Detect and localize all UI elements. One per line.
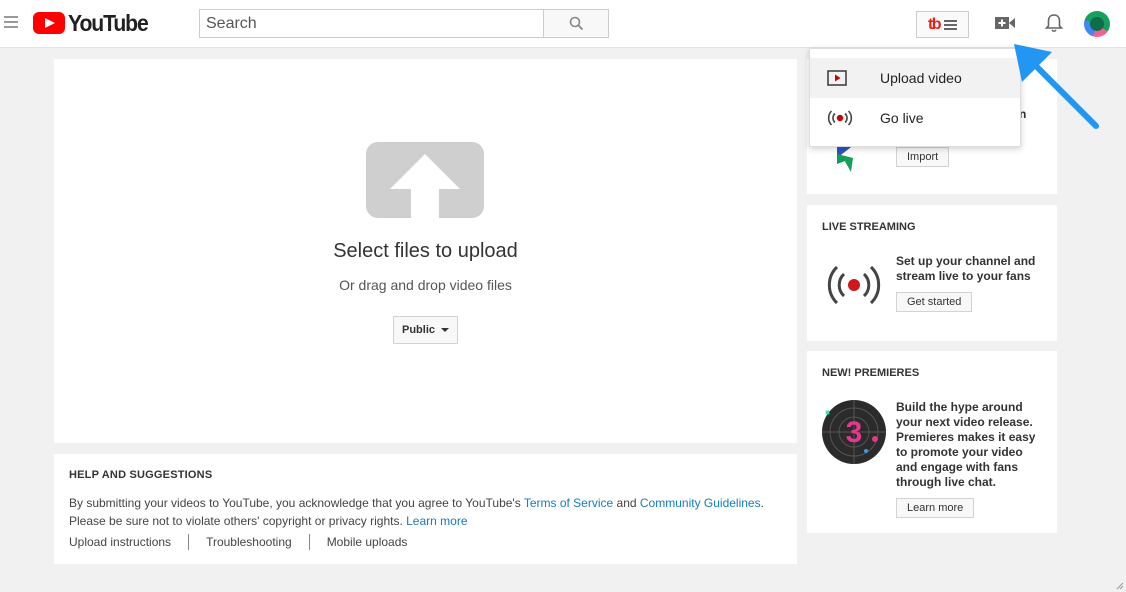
resize-grip-icon[interactable] bbox=[1116, 582, 1124, 590]
search-icon bbox=[569, 16, 583, 31]
learn-more-button[interactable]: Learn more bbox=[896, 498, 975, 518]
upload-subtitle: Or drag and drop video files bbox=[339, 277, 512, 293]
help-text-part: By submitting your videos to YouTube, yo… bbox=[69, 496, 524, 510]
premieres-text-line: Premieres makes it easy bbox=[896, 430, 1036, 444]
import-button[interactable]: Import bbox=[896, 147, 950, 167]
logo-text: YouTube bbox=[68, 9, 149, 36]
notifications-icon[interactable] bbox=[1045, 13, 1063, 33]
upload-instructions-link[interactable]: Upload instructions bbox=[69, 534, 188, 550]
menu-icon[interactable] bbox=[4, 16, 18, 28]
premieres-text-line: to promote your video bbox=[896, 445, 1023, 459]
premieres-text-line: Build the hype around bbox=[896, 400, 1023, 414]
privacy-select[interactable]: Public bbox=[393, 316, 458, 344]
upload-dropzone[interactable]: Select files to upload Or drag and drop … bbox=[54, 59, 797, 443]
pointer-arrow-icon bbox=[1014, 44, 1099, 129]
caret-down-icon bbox=[441, 328, 449, 332]
avatar[interactable] bbox=[1084, 11, 1110, 37]
youtube-play-icon bbox=[33, 12, 65, 34]
get-started-button[interactable]: Get started bbox=[896, 292, 973, 312]
search-button[interactable] bbox=[543, 9, 609, 38]
help-card: HELP AND SUGGESTIONS By submitting your … bbox=[54, 454, 797, 564]
live-broadcast-icon bbox=[827, 265, 881, 305]
tubebuddy-button[interactable]: tb bbox=[916, 11, 969, 38]
menu-item-upload-video[interactable]: Upload video bbox=[810, 58, 1020, 98]
menu-item-go-live[interactable]: Go live bbox=[810, 98, 1020, 138]
countdown-digit: 3 bbox=[846, 416, 863, 449]
upload-title[interactable]: Select files to upload bbox=[54, 240, 797, 263]
premieres-text-line: through live chat. bbox=[896, 475, 997, 489]
create-video-icon[interactable] bbox=[995, 16, 1016, 30]
help-title: HELP AND SUGGESTIONS bbox=[69, 469, 213, 481]
privacy-value: Public bbox=[401, 324, 435, 336]
top-bar: YouTube tb bbox=[0, 0, 1126, 48]
premieres-title: NEW! PREMIERES bbox=[822, 367, 920, 379]
guidelines-link[interactable]: Community Guidelines bbox=[640, 496, 761, 510]
live-streaming-title: LIVE STREAMING bbox=[822, 221, 916, 233]
live-text-line: Set up your channel and bbox=[896, 254, 1036, 268]
help-text-part: Please be sure not to violate others' co… bbox=[69, 514, 407, 528]
help-text-part: . bbox=[760, 496, 764, 510]
search-input[interactable] bbox=[199, 9, 543, 38]
premieres-text: Build the hype around your next video re… bbox=[896, 400, 1035, 490]
tubebuddy-menu-icon bbox=[944, 18, 958, 32]
upload-video-icon bbox=[827, 70, 847, 86]
terms-link[interactable]: Terms of Service bbox=[524, 496, 613, 510]
premieres-countdown-icon: 3 bbox=[822, 400, 886, 464]
photos-pinwheel-icon bbox=[837, 144, 855, 172]
live-streaming-card: LIVE STREAMING Set up your channel and s… bbox=[807, 205, 1057, 341]
learn-more-link[interactable]: Learn more bbox=[406, 514, 467, 528]
tubebuddy-logo: tb bbox=[927, 15, 942, 33]
upload-arrow-icon[interactable] bbox=[366, 142, 484, 220]
search-bar bbox=[199, 9, 609, 38]
help-text-part: and bbox=[613, 496, 640, 510]
help-text: By submitting your videos to YouTube, yo… bbox=[69, 494, 789, 530]
live-text-line: stream live to your fans bbox=[896, 269, 1031, 283]
premieres-text-line: your next video release. bbox=[896, 415, 1033, 429]
premieres-card: NEW! PREMIERES 3 Build the hype around y… bbox=[807, 351, 1057, 533]
menu-item-label: Upload video bbox=[880, 70, 962, 86]
create-menu: Upload video Go live bbox=[809, 48, 1021, 147]
mobile-uploads-link[interactable]: Mobile uploads bbox=[308, 534, 425, 550]
go-live-icon bbox=[827, 110, 853, 126]
live-streaming-text: Set up your channel and stream live to y… bbox=[896, 254, 1035, 284]
premieres-text-line: and engage with fans bbox=[896, 460, 1019, 474]
help-links: Upload instructions Troubleshooting Mobi… bbox=[69, 534, 424, 550]
menu-item-label: Go live bbox=[880, 110, 924, 126]
youtube-logo[interactable]: YouTube bbox=[33, 9, 155, 36]
troubleshooting-link[interactable]: Troubleshooting bbox=[188, 534, 309, 550]
